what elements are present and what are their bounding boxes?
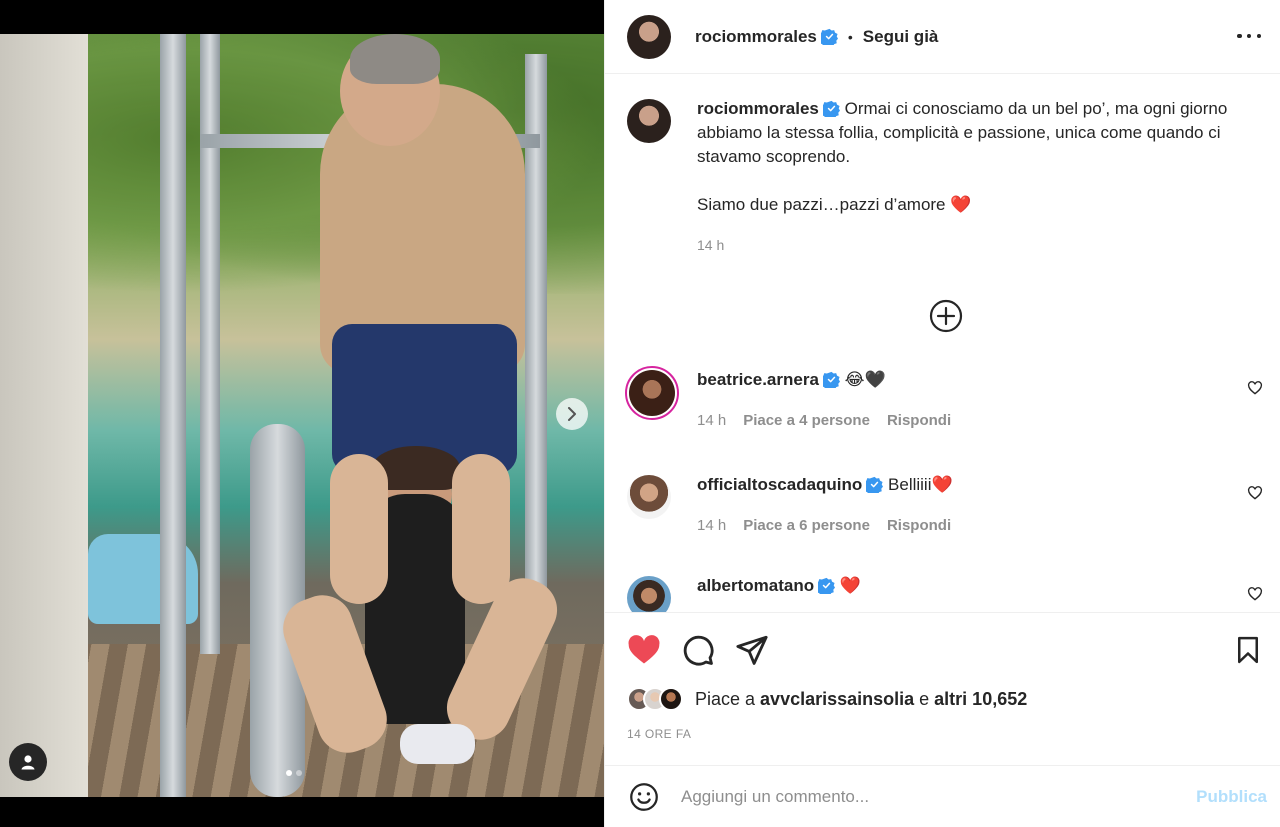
bookmark-icon	[1238, 636, 1258, 664]
carousel-dot-active	[286, 770, 292, 776]
comment-username[interactable]: officialtoscadaquino	[697, 475, 862, 494]
post-caption: rociommorales Ormai ci conosciamo da un …	[627, 97, 1267, 257]
comment-body: beatrice.arnera 😂🖤 14 h Piace a 4 person…	[697, 368, 1267, 433]
action-bar	[625, 631, 771, 669]
comment-text: 😂🖤	[844, 370, 886, 389]
share-button[interactable]	[733, 631, 771, 669]
post-timestamp[interactable]: 14 ORE FA	[627, 727, 691, 741]
photo-cabin-wall	[0, 34, 88, 797]
comment-time[interactable]: 14 h	[697, 409, 726, 433]
tagged-users-button[interactable]	[9, 743, 47, 781]
comment-bubble-icon	[683, 635, 714, 666]
reply-button[interactable]: Rispondi	[887, 514, 951, 538]
comments-section[interactable]: rociommorales Ormai ci conosciamo da un …	[605, 75, 1280, 612]
caption-body: rociommorales Ormai ci conosciamo da un …	[697, 97, 1267, 257]
photo-pole	[200, 34, 220, 654]
publish-button[interactable]: Pubblica	[1196, 787, 1267, 807]
carousel-dot	[296, 770, 302, 776]
photo-leg	[330, 454, 388, 604]
like-button[interactable]	[625, 631, 663, 669]
story-ring[interactable]	[625, 366, 679, 420]
chevron-right-icon	[568, 407, 576, 421]
photo-pole	[160, 34, 186, 797]
following-button[interactable]: Segui già	[863, 27, 939, 47]
comment-time[interactable]: 14 h	[697, 514, 726, 538]
comment-like-heart-icon[interactable]	[1247, 586, 1263, 602]
add-comment-bar: Pubblica	[605, 765, 1280, 827]
carousel-next-button[interactable]	[556, 398, 588, 430]
author-avatar[interactable]	[627, 14, 671, 59]
caption-text-2: Siamo due pazzi…pazzi d’amore	[697, 195, 946, 214]
author-info: rociommorales • Segui già	[695, 27, 938, 47]
comment-item: officialtoscadaquino Belliiii❤️ 14 h Pia…	[627, 473, 1267, 538]
post-media	[0, 0, 604, 827]
author-username[interactable]: rociommorales	[695, 27, 817, 47]
comment-meta: 14 h Piace a 6 persone Rispondi	[697, 514, 1267, 538]
likes-summary: Piace a avvclarissainsolia e altri 10,65…	[627, 687, 1027, 711]
post-side-panel: rociommorales • Segui già rociommorales …	[604, 0, 1280, 827]
emoji-smiley-icon	[630, 782, 658, 811]
comment-button[interactable]	[679, 631, 717, 669]
comment-text: Belliiii❤️	[888, 475, 953, 494]
comment-item: beatrice.arnera 😂🖤 14 h Piace a 4 person…	[625, 366, 1267, 433]
comment-input[interactable]	[681, 786, 1161, 807]
photo-man-hair	[350, 34, 440, 84]
paper-plane-icon	[736, 635, 768, 665]
user-icon	[21, 755, 35, 770]
comment-avatar	[629, 370, 675, 416]
comment-meta: 14 h Piace a 4 persone Rispondi	[697, 409, 1267, 433]
save-button[interactable]	[1229, 631, 1267, 669]
photo-sneaker	[400, 724, 475, 764]
carousel-indicator	[286, 770, 302, 776]
load-more-comments-icon[interactable]	[929, 299, 963, 333]
caption-paragraph: Siamo due pazzi…pazzi d’amore ❤️	[697, 193, 1267, 217]
comment-avatar[interactable]	[627, 475, 671, 519]
heart-emoji: ❤️	[950, 195, 972, 214]
comment-username[interactable]: albertomatano	[697, 576, 814, 595]
post-actions: Piace a avvclarissainsolia e altri 10,65…	[605, 612, 1280, 765]
more-options-icon[interactable]	[1237, 26, 1261, 46]
likes-prefix: Piace a	[695, 688, 761, 709]
heart-filled-icon	[628, 635, 660, 664]
verified-badge-icon	[866, 476, 884, 493]
likes-text: Piace a avvclarissainsolia e altri 10,65…	[695, 689, 1027, 710]
photo-leg	[452, 454, 510, 604]
post-photo[interactable]	[0, 34, 604, 797]
post-header: rociommorales • Segui già	[605, 0, 1280, 74]
verified-badge-icon	[818, 577, 836, 594]
comment-like-heart-icon[interactable]	[1247, 380, 1263, 396]
likes-joiner: e	[914, 688, 935, 709]
reply-button[interactable]: Rispondi	[887, 409, 951, 433]
verified-badge-icon	[820, 28, 838, 45]
caption-author-username[interactable]: rociommorales	[697, 99, 819, 118]
caption-paragraph: rociommorales Ormai ci conosciamo da un …	[697, 97, 1267, 169]
likes-first-user[interactable]: avvclarissainsolia	[760, 689, 914, 709]
header-separator: •	[847, 28, 853, 45]
emoji-button[interactable]	[627, 780, 661, 814]
verified-badge-icon	[822, 100, 840, 117]
comment-text: ❤️	[839, 576, 862, 595]
comment-body: albertomatano ❤️	[697, 574, 1267, 598]
comment-username[interactable]: beatrice.arnera	[697, 370, 819, 389]
comment-avatar[interactable]	[627, 576, 671, 612]
caption-time[interactable]: 14 h	[697, 233, 1267, 257]
liker-avatar	[659, 687, 683, 711]
comment-likes[interactable]: Piace a 4 persone	[743, 409, 870, 433]
verified-badge-icon	[822, 371, 840, 388]
comment-likes[interactable]: Piace a 6 persone	[743, 514, 870, 538]
likes-others[interactable]: altri 10,652	[934, 689, 1027, 709]
comment-item: albertomatano ❤️	[627, 574, 1267, 612]
comment-body: officialtoscadaquino Belliiii❤️ 14 h Pia…	[697, 473, 1267, 538]
caption-author-avatar[interactable]	[627, 99, 671, 143]
comment-like-heart-icon[interactable]	[1247, 485, 1263, 501]
